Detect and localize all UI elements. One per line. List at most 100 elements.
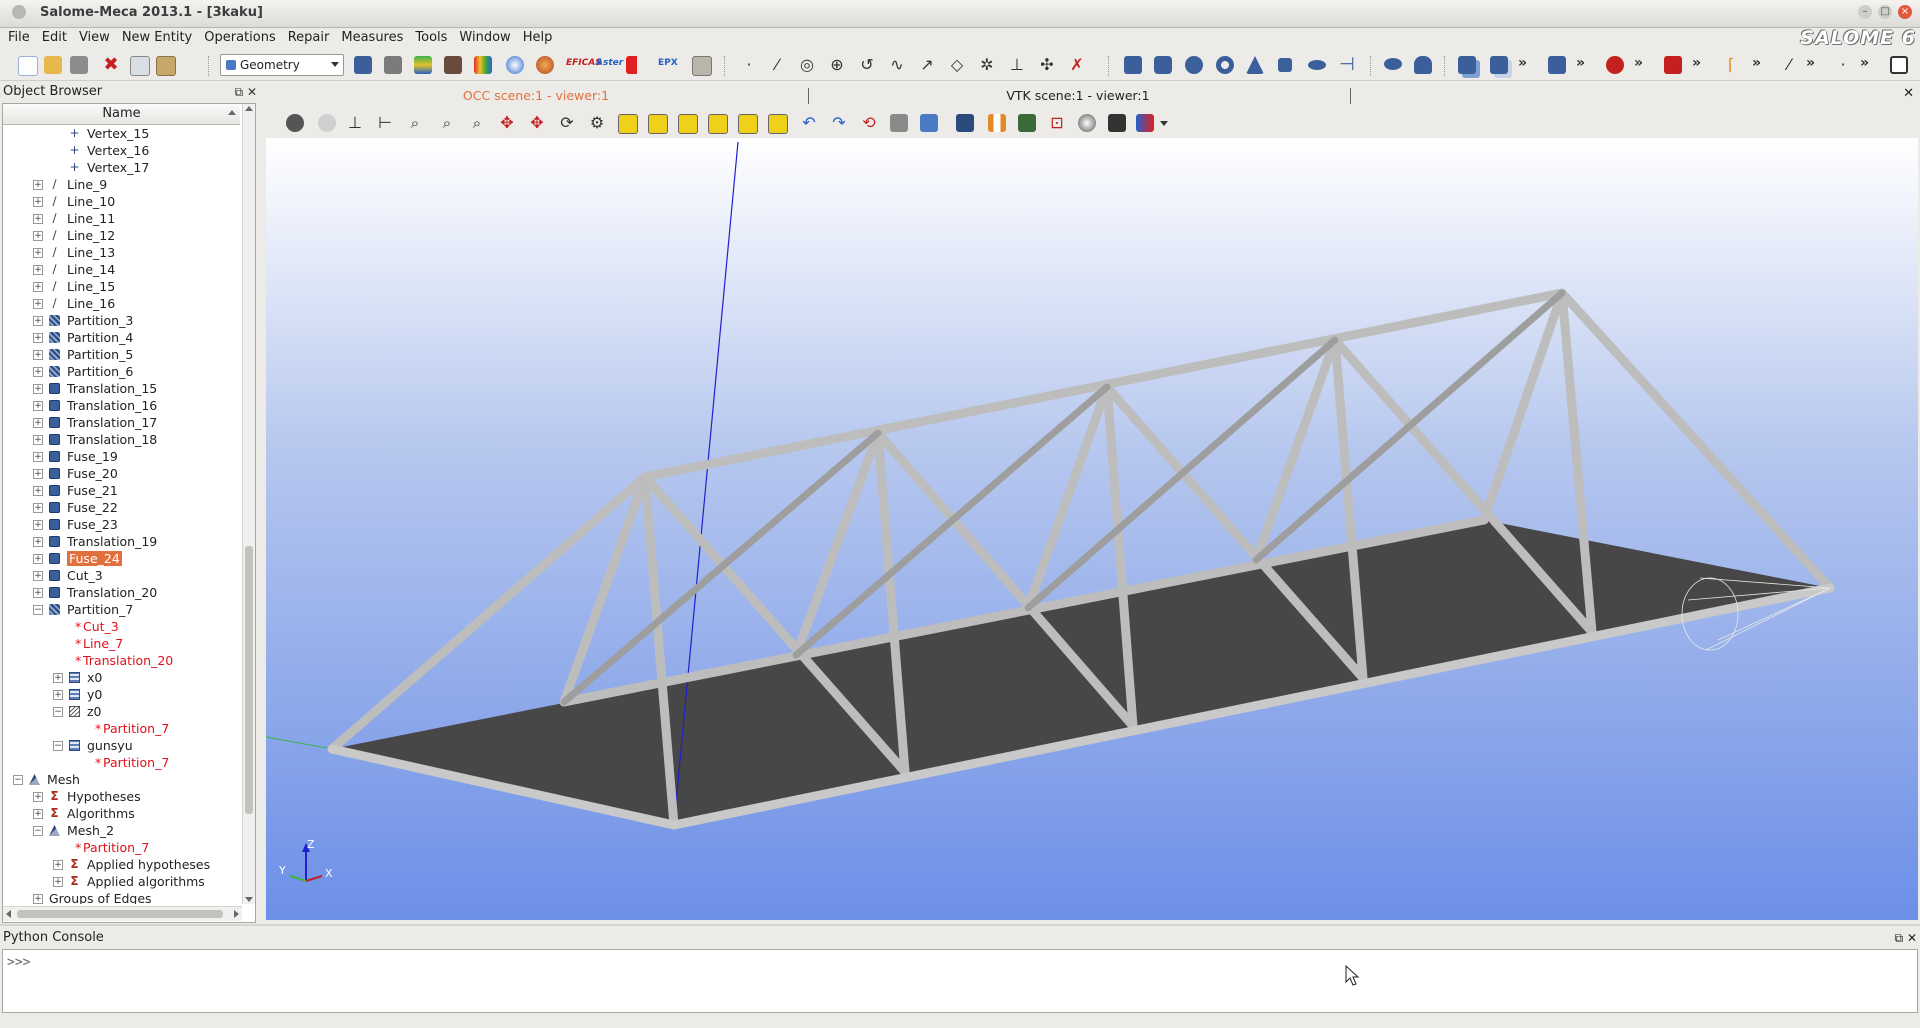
line-tool-icon[interactable]: ⁄ bbox=[768, 56, 786, 74]
partition-tool-icon[interactable] bbox=[1548, 56, 1566, 74]
expand-icon[interactable]: + bbox=[33, 401, 43, 411]
paravis-module-icon[interactable] bbox=[474, 56, 492, 74]
epx-module-icon[interactable]: EPX bbox=[658, 58, 678, 76]
close-icon[interactable]: × bbox=[1898, 5, 1912, 19]
tree-item[interactable]: + Fuse_19 bbox=[3, 449, 240, 464]
window-menu-icon[interactable] bbox=[12, 5, 26, 19]
collapse-icon[interactable]: − bbox=[33, 826, 43, 836]
chevron-more-icon[interactable]: » bbox=[1634, 55, 1643, 71]
expand-icon[interactable]: + bbox=[33, 418, 43, 428]
expand-icon[interactable]: + bbox=[53, 877, 63, 887]
view-parameters-icon[interactable] bbox=[1108, 114, 1126, 132]
zoom-icon[interactable]: ⌕ bbox=[406, 114, 424, 132]
close-icon[interactable]: ✕ bbox=[1907, 931, 1917, 945]
open-folder-icon[interactable] bbox=[44, 56, 62, 74]
chevron-more-icon[interactable]: » bbox=[1518, 55, 1527, 71]
tree-item[interactable]: + Fuse_23 bbox=[3, 517, 240, 532]
chevron-more-icon[interactable]: » bbox=[1752, 55, 1761, 71]
tree-item[interactable]: − Mesh bbox=[3, 772, 240, 787]
expand-icon[interactable]: + bbox=[33, 350, 43, 360]
tree-item[interactable]: + Fuse_22 bbox=[3, 500, 240, 515]
tree-item[interactable]: + Partition_3 bbox=[3, 313, 240, 328]
expand-icon[interactable]: + bbox=[33, 248, 43, 258]
close-viewer-icon[interactable]: ✕ bbox=[1903, 86, 1914, 101]
expand-icon[interactable]: + bbox=[33, 486, 43, 496]
tree-item[interactable]: + Fuse_24 bbox=[3, 551, 240, 566]
tree-item[interactable]: − Mesh_2 bbox=[3, 823, 240, 838]
rotate-clockwise-icon[interactable]: ↷ bbox=[830, 114, 848, 132]
repair-icon[interactable] bbox=[1664, 56, 1682, 74]
tree-item[interactable]: + ∕ Line_14 bbox=[3, 262, 240, 277]
tab-occ-viewer[interactable]: OCC scene:1 - viewer:1 bbox=[266, 86, 806, 106]
occ-3d-viewport[interactable]: Z Y X bbox=[266, 138, 1918, 920]
scroll-right-icon[interactable] bbox=[234, 910, 239, 918]
copy-icon[interactable] bbox=[130, 56, 150, 76]
vector-tool-icon[interactable]: ↗ bbox=[918, 56, 936, 74]
fuse-icon[interactable] bbox=[1458, 56, 1476, 74]
tree-reference-item[interactable]: * Partition_7 bbox=[3, 840, 240, 855]
menu-repair[interactable]: Repair bbox=[282, 27, 336, 49]
ellipse-tool-icon[interactable]: ⊕ bbox=[828, 56, 846, 74]
expand-icon[interactable]: + bbox=[53, 690, 63, 700]
expand-icon[interactable]: + bbox=[33, 571, 43, 581]
tree-item[interactable]: + ∕ Line_12 bbox=[3, 228, 240, 243]
aster-module-icon[interactable]: Aster bbox=[596, 58, 623, 76]
openturns-module-icon[interactable] bbox=[626, 56, 644, 74]
python-console[interactable]: >>> bbox=[2, 949, 1918, 1013]
compound-icon[interactable] bbox=[1414, 56, 1432, 74]
expand-icon[interactable]: + bbox=[33, 894, 43, 904]
reset-icon[interactable]: ⟲ bbox=[860, 114, 878, 132]
tree-item[interactable]: + Partition_6 bbox=[3, 364, 240, 379]
eficas-module-icon[interactable]: EFICAS bbox=[566, 58, 602, 76]
tree-reference-item[interactable]: * Line_7 bbox=[3, 636, 240, 651]
torus-icon[interactable] bbox=[1216, 56, 1234, 74]
expand-icon[interactable]: + bbox=[53, 860, 63, 870]
collapse-icon[interactable]: − bbox=[33, 605, 43, 615]
graduated-axes-icon[interactable] bbox=[956, 114, 974, 132]
expand-icon[interactable]: + bbox=[33, 554, 43, 564]
tree-item[interactable]: + Translation_17 bbox=[3, 415, 240, 430]
explode-icon[interactable]: ✗ bbox=[1068, 56, 1086, 74]
clipping-icon[interactable] bbox=[920, 114, 938, 132]
tree-item[interactable]: + Σ Algorithms bbox=[3, 806, 240, 821]
tree-item[interactable]: + ∕ Line_13 bbox=[3, 245, 240, 260]
minimize-icon[interactable]: – bbox=[1858, 5, 1872, 19]
expand-icon[interactable]: + bbox=[33, 231, 43, 241]
point-icon[interactable]: · bbox=[740, 56, 758, 74]
scroll-thumb[interactable] bbox=[245, 546, 253, 814]
scroll-down-icon[interactable] bbox=[245, 897, 253, 902]
tree-reference-item[interactable]: * Partition_7 bbox=[3, 755, 240, 770]
circle-tool-icon[interactable]: ◎ bbox=[798, 56, 816, 74]
chevron-more-icon[interactable]: » bbox=[1806, 55, 1815, 71]
homard-module-icon[interactable] bbox=[536, 56, 554, 74]
tree-item[interactable]: − Partition_7 bbox=[3, 602, 240, 617]
expand-icon[interactable]: + bbox=[33, 265, 43, 275]
right-view-icon[interactable] bbox=[768, 114, 788, 134]
column-header-name[interactable]: Name bbox=[3, 104, 240, 125]
tree-reference-item[interactable]: * Cut_3 bbox=[3, 619, 240, 634]
module-combo[interactable]: Geometry bbox=[220, 54, 344, 76]
minimize-view-icon[interactable]: ⊡ bbox=[1048, 114, 1066, 132]
tree-reference-item[interactable]: * Partition_7 bbox=[3, 721, 240, 736]
trihedron-icon[interactable] bbox=[318, 114, 336, 132]
notebook-module-icon[interactable] bbox=[692, 56, 712, 76]
paste-icon[interactable] bbox=[156, 56, 176, 76]
post-pro-module-icon[interactable] bbox=[414, 56, 432, 74]
front-view-icon[interactable] bbox=[618, 114, 638, 134]
chevron-more-icon[interactable]: » bbox=[1692, 55, 1701, 71]
float-icon[interactable]: ⧉ bbox=[235, 85, 244, 99]
chevron-more-icon[interactable]: » bbox=[1860, 55, 1869, 71]
point-on-edge-icon[interactable]: · bbox=[1834, 56, 1852, 74]
expand-icon[interactable]: + bbox=[33, 197, 43, 207]
tree-item[interactable]: + Fuse_21 bbox=[3, 483, 240, 498]
tree-item[interactable]: + ∕ Line_11 bbox=[3, 211, 240, 226]
dimension-icon[interactable]: ⁄ bbox=[1780, 56, 1798, 74]
tree-item[interactable]: + ∕ Line_10 bbox=[3, 194, 240, 209]
bottom-view-icon[interactable] bbox=[708, 114, 728, 134]
rotation-point-icon[interactable]: ⊥ bbox=[346, 114, 364, 132]
menu-tools[interactable]: Tools bbox=[409, 27, 453, 49]
mesh-module-icon[interactable] bbox=[384, 56, 402, 74]
menu-help[interactable]: Help bbox=[517, 27, 559, 49]
reset-view-icon[interactable]: ⚙ bbox=[588, 114, 606, 132]
scaling-icon[interactable] bbox=[1018, 114, 1036, 132]
